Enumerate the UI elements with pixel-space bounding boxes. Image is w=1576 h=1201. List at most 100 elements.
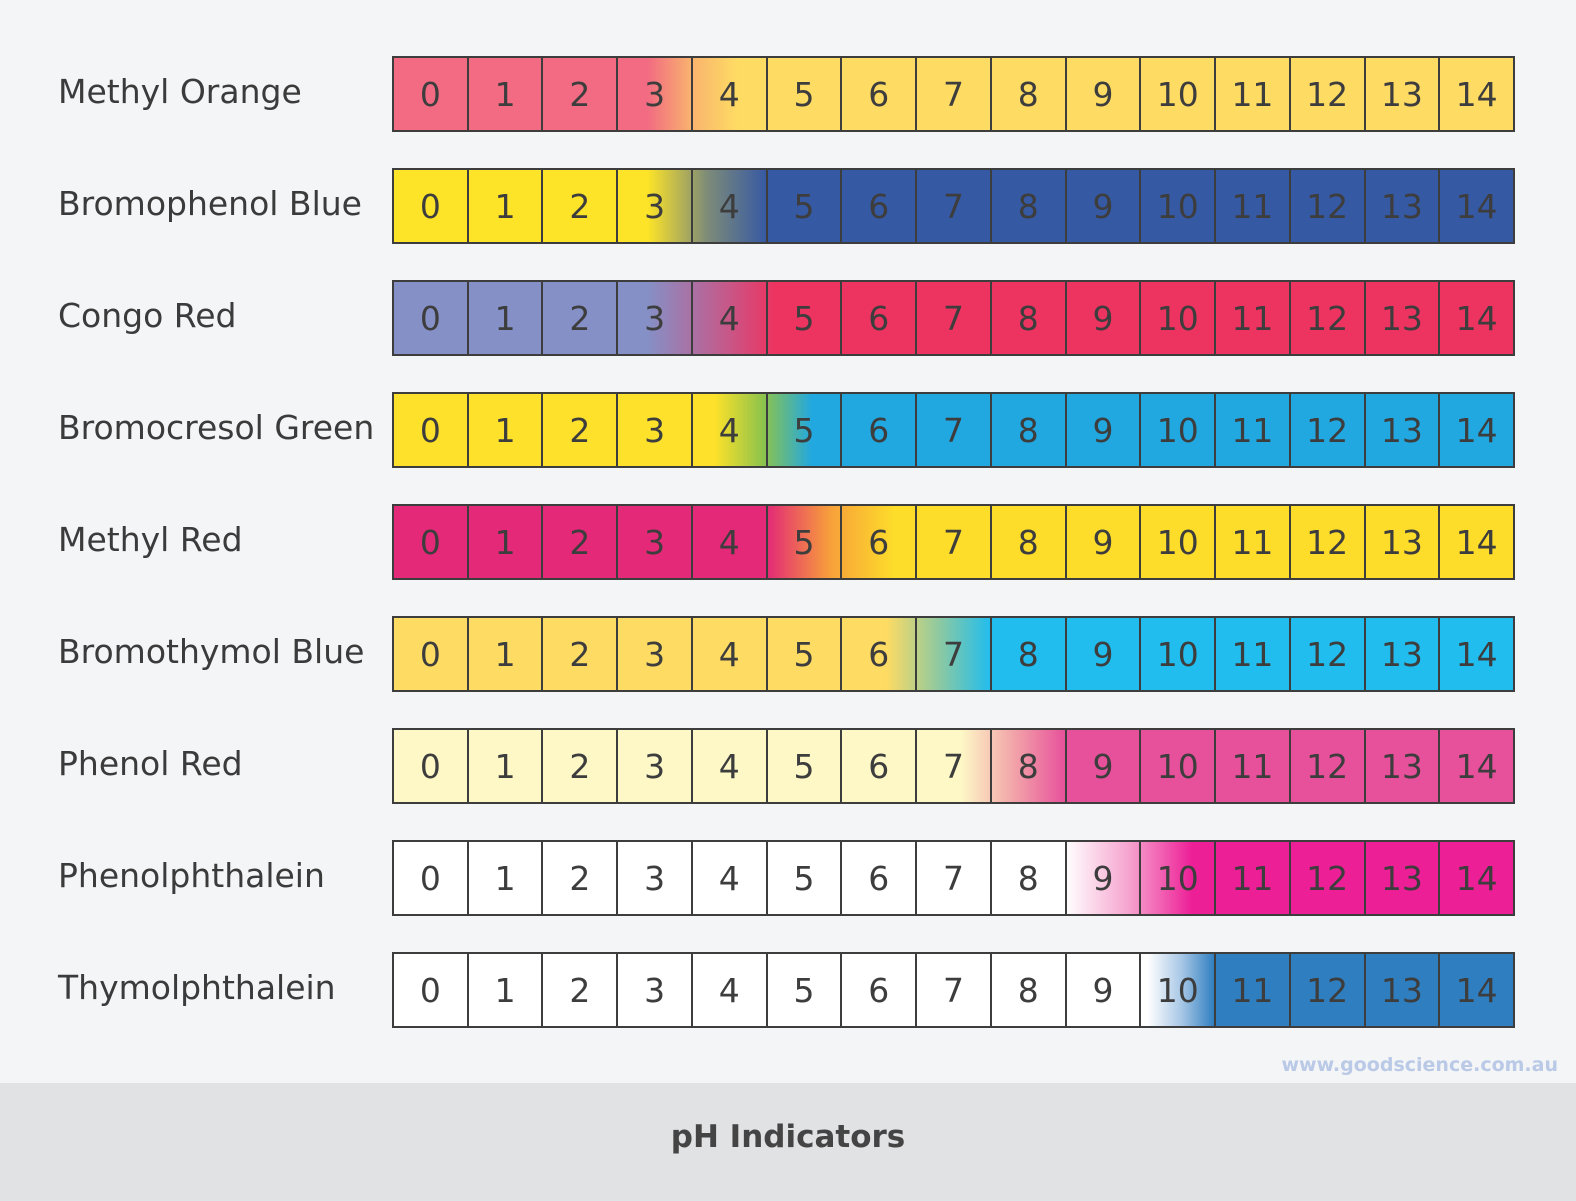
ph-cell: 5 <box>768 170 843 242</box>
indicator-row: Bromothymol Blue 0 1 2 3 4 5 6 7 8 9 10 11 12 13 14 <box>0 616 1576 692</box>
ph-cell: 1 <box>469 618 544 690</box>
indicator-row: Phenolphthalein 0 1 2 3 4 5 6 7 8 9 10 11 12 13 14 <box>0 840 1576 916</box>
indicator-row: Congo Red 0 1 2 3 4 5 6 7 8 9 10 11 12 13 14 <box>0 280 1576 356</box>
ph-cell: 4 <box>693 730 768 802</box>
ph-cell: 4 <box>693 58 768 130</box>
ph-cell: 10 <box>1141 58 1217 130</box>
ph-cell: 8 <box>992 842 1067 914</box>
ph-cell: 1 <box>469 58 544 130</box>
ph-color-strip: 0 1 2 3 4 5 6 7 8 9 10 11 12 13 14 <box>392 168 1515 244</box>
ph-cell: 12 <box>1291 282 1366 354</box>
ph-cell: 1 <box>469 730 544 802</box>
ph-cell: 5 <box>768 58 843 130</box>
indicator-name: Thymolphthalein <box>58 968 336 1007</box>
indicator-name: Congo Red <box>58 296 237 335</box>
indicator-row: Phenol Red 0 1 2 3 4 5 6 7 8 9 10 11 12 13 14 <box>0 728 1576 804</box>
ph-cell: 0 <box>394 282 469 354</box>
ph-cell: 7 <box>917 506 992 578</box>
ph-cell: 10 <box>1141 170 1217 242</box>
ph-cell: 14 <box>1455 634 1498 674</box>
ph-color-strip: 0 1 2 3 4 5 6 7 8 9 10 11 12 13 14 <box>392 728 1515 804</box>
ph-cell: 11 <box>1216 954 1291 1026</box>
ph-cell: 4 <box>693 170 768 242</box>
ph-color-strip: 0 1 2 3 4 5 6 7 8 9 10 11 12 13 14 <box>392 280 1515 356</box>
ph-cell: 8 <box>992 730 1067 802</box>
ph-cell: 0 <box>394 58 469 130</box>
ph-cell: 13 <box>1366 58 1441 130</box>
ph-cell: 0 <box>394 170 469 242</box>
ph-cell: 12 <box>1291 842 1366 914</box>
ph-cell: 5 <box>768 730 843 802</box>
ph-cell: 7 <box>917 58 992 130</box>
ph-cell: 8 <box>992 954 1067 1026</box>
ph-cell: 3 <box>618 954 693 1026</box>
ph-cell: 3 <box>618 282 693 354</box>
ph-cell: 10 <box>1141 842 1217 914</box>
indicator-name: Bromothymol Blue <box>58 632 365 671</box>
ph-cell: 2 <box>543 58 619 130</box>
ph-cell: 4 <box>693 618 768 690</box>
indicator-row: Methyl Orange 0 1 2 3 4 5 6 7 8 9 10 11 12 13 14 <box>0 56 1576 132</box>
ph-cell: 10 <box>1141 730 1217 802</box>
ph-cell: 7 <box>917 618 992 690</box>
footer-title: pH Indicators <box>670 1119 906 1155</box>
ph-cell: 12 <box>1291 394 1366 466</box>
ph-cell: 2 <box>543 170 619 242</box>
ph-color-strip: 0 1 2 3 4 5 6 7 8 9 10 11 12 13 14 <box>392 56 1515 132</box>
ph-color-strip: 0 1 2 3 4 5 6 7 8 9 10 11 12 13 14 <box>392 392 1515 468</box>
ph-cell: 14 <box>1455 522 1498 562</box>
ph-cell: 14 <box>1455 746 1498 786</box>
ph-cell: 14 <box>1455 970 1498 1010</box>
indicator-row: Bromophenol Blue 0 1 2 3 4 5 6 7 8 9 10 11 12 13 14 <box>0 168 1576 244</box>
ph-cell: 11 <box>1216 170 1291 242</box>
indicator-name: Bromophenol Blue <box>58 184 362 223</box>
ph-cell: 13 <box>1366 506 1441 578</box>
ph-cell: 9 <box>1067 954 1142 1026</box>
ph-cell: 9 <box>1067 842 1142 914</box>
ph-cell: 3 <box>618 58 693 130</box>
ph-cell: 5 <box>768 282 843 354</box>
ph-cell: 5 <box>768 618 843 690</box>
ph-cell: 3 <box>618 618 693 690</box>
ph-cell: 2 <box>543 282 619 354</box>
ph-cell: 2 <box>543 842 619 914</box>
ph-cell: 14 <box>1455 410 1498 450</box>
ph-cell: 13 <box>1366 282 1441 354</box>
ph-cell: 0 <box>394 394 469 466</box>
ph-cell: 4 <box>693 954 768 1026</box>
ph-cell: 11 <box>1216 506 1291 578</box>
ph-cell: 10 <box>1141 618 1217 690</box>
ph-cell: 11 <box>1216 730 1291 802</box>
ph-cell: 3 <box>618 394 693 466</box>
indicator-name: Methyl Orange <box>58 72 302 111</box>
ph-cell: 7 <box>917 842 992 914</box>
ph-cell: 12 <box>1291 506 1366 578</box>
ph-cell: 13 <box>1366 618 1441 690</box>
indicator-row: Methyl Red 0 1 2 3 4 5 6 7 8 9 10 11 12 13 14 <box>0 504 1576 580</box>
ph-cell: 0 <box>394 842 469 914</box>
ph-cell: 7 <box>917 170 992 242</box>
ph-cell: 5 <box>768 954 843 1026</box>
ph-cell: 11 <box>1216 394 1291 466</box>
ph-cell: 6 <box>842 170 918 242</box>
ph-cell: 3 <box>618 842 693 914</box>
watermark: www.goodscience.com.au <box>1281 1054 1558 1076</box>
ph-cell: 6 <box>842 282 918 354</box>
ph-cell: 13 <box>1366 842 1441 914</box>
ph-cell: 3 <box>618 730 693 802</box>
ph-color-strip: 0 1 2 3 4 5 6 7 8 9 10 11 12 13 14 <box>392 616 1515 692</box>
ph-cell: 11 <box>1216 618 1291 690</box>
ph-cell: 8 <box>992 394 1067 466</box>
ph-cell: 12 <box>1291 618 1366 690</box>
ph-cell: 11 <box>1216 842 1291 914</box>
ph-color-strip: 0 1 2 3 4 5 6 7 8 9 10 11 12 13 14 <box>392 840 1515 916</box>
ph-cell: 12 <box>1291 58 1366 130</box>
indicator-row: Thymolphthalein 0 1 2 3 4 5 6 7 8 9 10 11 12 13 14 <box>0 952 1576 1028</box>
ph-cell: 8 <box>992 618 1067 690</box>
ph-cell: 0 <box>394 506 469 578</box>
footer-bar: pH Indicators <box>0 1083 1576 1201</box>
ph-cell: 6 <box>842 506 918 578</box>
indicator-name: Methyl Red <box>58 520 243 559</box>
ph-cell: 1 <box>469 842 544 914</box>
ph-cell: 9 <box>1067 170 1142 242</box>
